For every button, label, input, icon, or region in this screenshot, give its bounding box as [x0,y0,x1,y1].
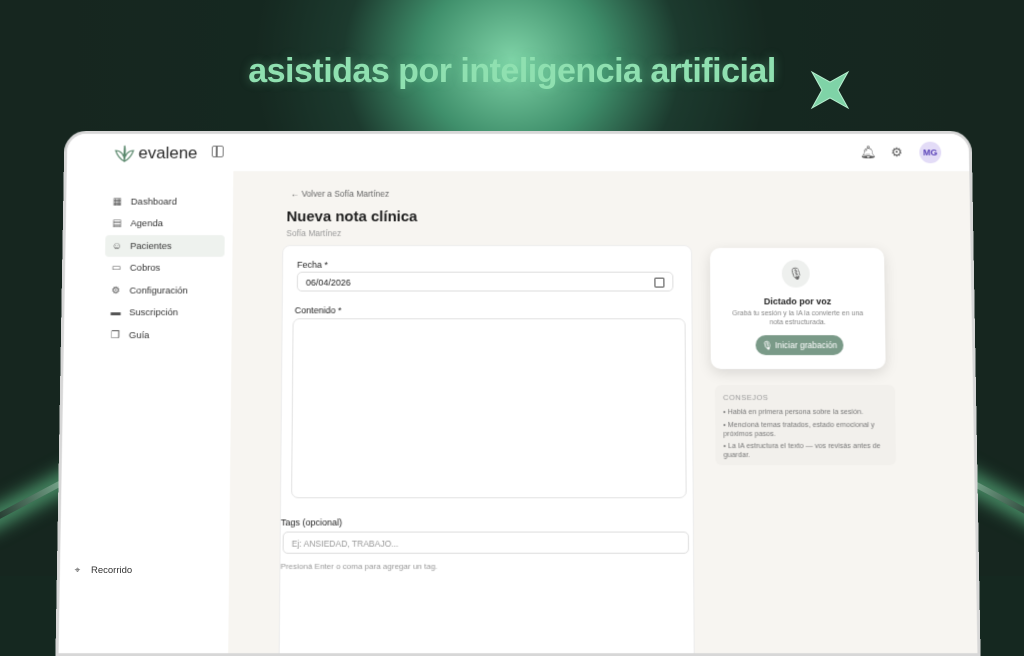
back-link[interactable]: ← Volver a Sofía Martínez [291,189,390,199]
sidebar-item-guia[interactable]: ❐ Guía [104,324,224,346]
content-label: Contenido * [294,305,342,316]
dictation-title: Dictado por voz [763,296,832,307]
card-icon: ▬ [110,307,121,319]
sidebar-item-suscripcion[interactable]: ▬ Suscripción [104,302,224,324]
sidebar-item-cobros[interactable]: ▭ Cobros [105,257,225,279]
sidebar-item-dashboard[interactable]: ▦ Dashboard [106,191,225,213]
users-icon: ☺ [111,240,122,252]
headline: asistidas por inteligencia artificial [248,52,776,90]
sidebar-item-label: Agenda [130,218,164,230]
content-textarea[interactable] [291,318,687,499]
sidebar-item-label: Guía [128,329,150,341]
sidebar-item-label: Cobros [129,262,161,274]
avatar[interactable]: MG [919,141,942,164]
gear-icon: ⚙ [111,285,121,296]
calendar-icon[interactable] [654,277,665,288]
bell-icon[interactable]: 🔔︎ [860,145,877,160]
tags-label: Tags (opcional) [280,517,343,528]
sidebar-toggle-icon[interactable] [211,145,224,158]
tip-item: • Mencioná temas tratados, estado emocio… [723,419,875,439]
date-field[interactable]: 06/04/2026 [296,271,674,292]
tips-heading: CONSEJOS [723,392,769,402]
tips-panel: CONSEJOS • Hablá en primera persona sobr… [714,385,897,466]
calendar-icon: ▤ [112,218,122,230]
sidebar-item-label: Configuración [129,285,188,296]
note-form-card: Fecha * 06/04/2026 Contenido * Tags (opc… [278,245,695,656]
gear-icon[interactable]: ⚙ [890,145,904,160]
tags-input[interactable]: Ej: ANSIEDAD, TRABAJO... [282,531,690,554]
date-value: 06/04/2026 [305,277,351,288]
back-link-label: Volver a Sofía Martínez [301,188,390,199]
location-pin-icon: ⌖ [74,565,81,576]
brand-name: evalene [138,143,198,163]
logo: evalene [114,143,198,164]
sparkle-icon [810,70,850,110]
dictation-description: Grabá tu sesión y la IA la convierte en … [732,310,864,327]
page-title: Nueva nota clínica [286,208,418,226]
recorrido-label: Recorrido [91,565,133,576]
sidebar-item-configuracion[interactable]: ⚙ Configuración [104,280,224,302]
tip-item: • Hablá en primera persona sobre la sesi… [723,406,864,416]
microphone-icon: 🎙︎ [781,259,810,288]
wallet-icon: ▭ [111,262,122,274]
topbar: evalene 🔔︎ ⚙ MG [66,133,970,173]
sidebar-nav: ▦ Dashboard ▤ Agenda ☺ Pacientes ▭ Cobros ⚙ C… [104,191,226,347]
sidebar-item-label: Pacientes [130,240,172,252]
sidebar-item-pacientes[interactable]: ☺ Pacientes [105,235,225,257]
sidebar: ▦ Dashboard ▤ Agenda ☺ Pacientes ▭ Cobros ⚙ C… [58,171,235,654]
grid-icon: ▦ [112,196,123,208]
tip-item: • La IA estructura el texto — vos revisá… [723,441,881,460]
date-label: Fecha * [297,259,328,270]
start-recording-label: Iniciar grabación [774,340,838,351]
app-window: evalene 🔔︎ ⚙ MG ▦ Dashboard ▤ Agenda ☺ Paci… [55,130,981,656]
main-content: ← Volver a Sofía Martínez Nueva nota clí… [228,171,978,656]
start-recording-button[interactable]: 🎙︎ Iniciar grabación [755,335,844,356]
sidebar-item-label: Suscripción [129,307,179,319]
sidebar-item-label: Dashboard [130,196,177,208]
book-icon: ❐ [110,329,120,341]
patient-name: Sofía Martínez [286,228,342,239]
leaf-logo-icon [114,145,134,163]
sidebar-item-agenda[interactable]: ▤ Agenda [105,213,225,235]
tags-hint: Presioná Enter o coma para agregar un ta… [280,561,438,571]
dictation-card: 🎙︎ Dictado por voz Grabá tu sesión y la … [709,247,886,370]
